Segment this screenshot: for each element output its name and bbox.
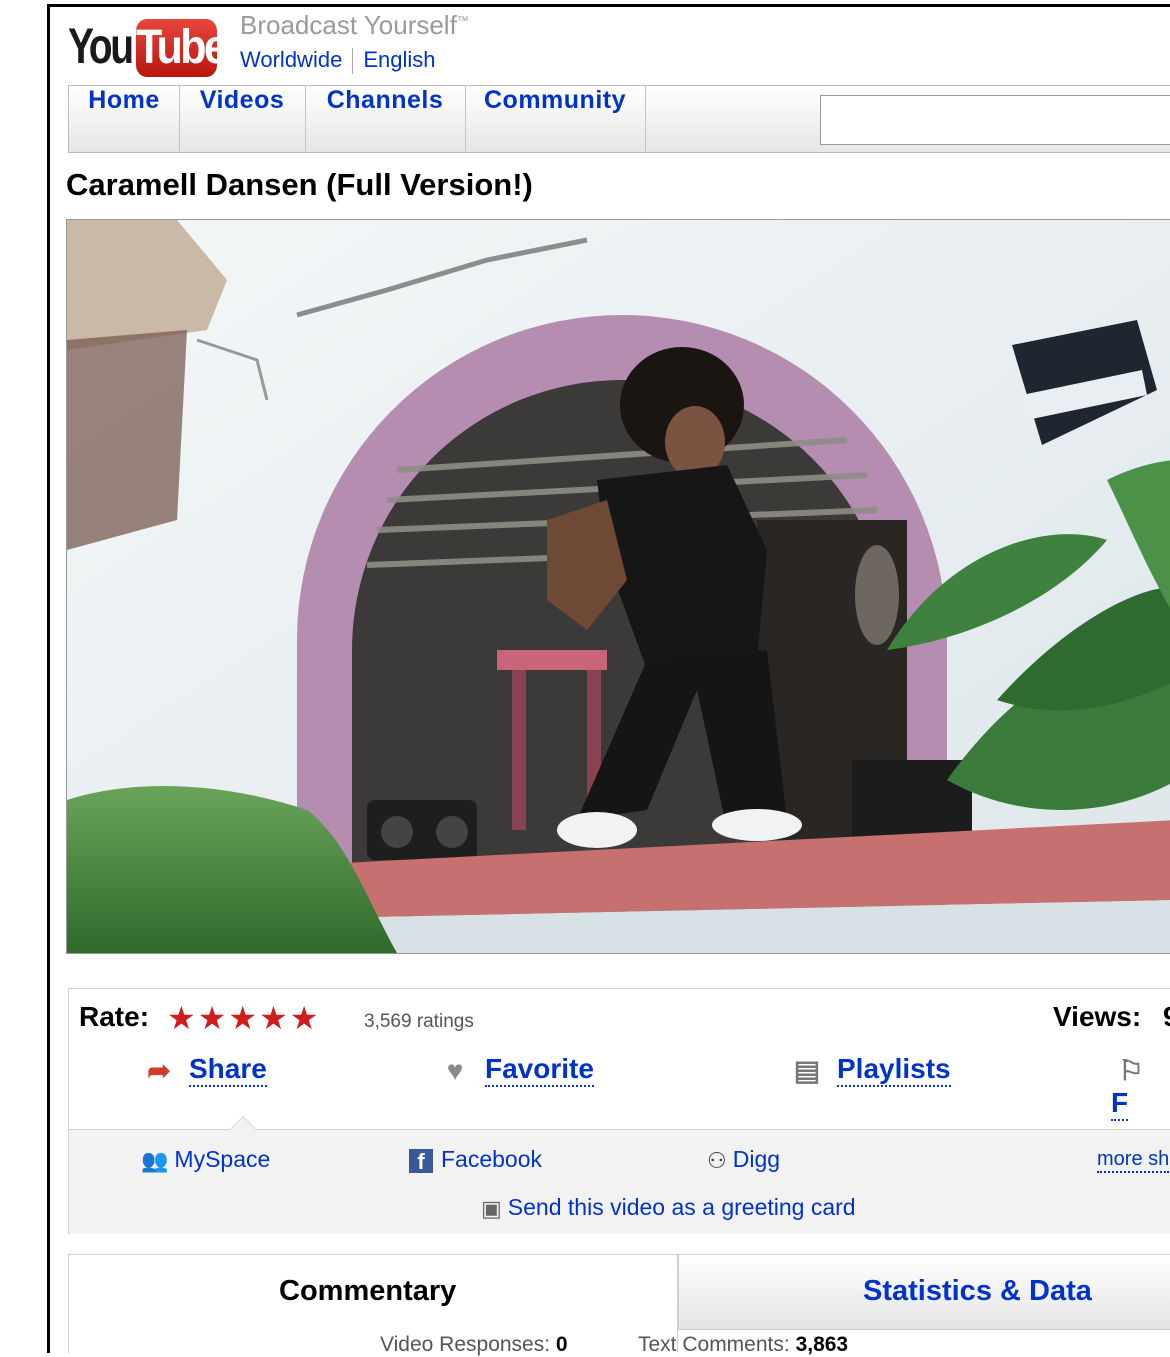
heart-icon: ♥ xyxy=(446,1054,464,1086)
search-input[interactable] xyxy=(820,95,1170,145)
tab-home[interactable]: Home xyxy=(69,86,180,152)
playlist-icon: ▤ xyxy=(793,1055,821,1087)
flag-button[interactable]: ⚐F xyxy=(1111,1053,1170,1122)
greeting-card-label: Send this video as a greeting card xyxy=(507,1194,856,1220)
digg-icon: ⚇ xyxy=(707,1147,727,1173)
region-language-selector: Worldwide English xyxy=(240,47,435,75)
logo-tube-text: Tube xyxy=(136,19,228,77)
video-responses-count: Video Responses: 0 xyxy=(380,1333,568,1357)
tagline: Broadcast Yourself™ xyxy=(240,10,469,41)
share-label: Share xyxy=(189,1053,267,1087)
views-count: 9 xyxy=(1163,1001,1170,1033)
share-icon: ➦ xyxy=(147,1055,171,1087)
statistics-label: Statistics & Data xyxy=(863,1275,1092,1307)
favorite-button[interactable]: ♥ Favorite xyxy=(435,1053,594,1087)
browser-page: You Tube Broadcast Yourself™ Worldwide En… xyxy=(47,4,1170,1353)
youtube-logo[interactable]: You Tube xyxy=(68,15,228,77)
ratings-count: 3,569 ratings xyxy=(364,1011,474,1032)
views-label: Views: xyxy=(1053,1001,1142,1032)
text-comments-count: Text Comments: 3,863 xyxy=(638,1333,848,1357)
tab-channels[interactable]: Channels xyxy=(305,86,466,152)
favorite-label: Favorite xyxy=(485,1053,594,1087)
share-pointer xyxy=(229,1116,257,1130)
star-rating-control[interactable]: ★★★★★ xyxy=(167,999,320,1037)
separator xyxy=(352,48,354,75)
share-button[interactable]: ➦ Share xyxy=(139,1053,267,1087)
commentary-label: Commentary xyxy=(279,1275,457,1307)
tab-videos[interactable]: Videos xyxy=(179,86,306,152)
digg-label: Digg xyxy=(732,1146,781,1172)
tab-commentary[interactable]: Commentary xyxy=(68,1254,678,1353)
rate-label: Rate: xyxy=(79,1001,150,1032)
flag-icon: ⚐ xyxy=(1118,1055,1144,1087)
myspace-icon: 👥 xyxy=(141,1147,169,1173)
facebook-label: Facebook xyxy=(441,1146,543,1172)
video-player[interactable] xyxy=(66,219,1170,954)
tab-statistics[interactable]: Statistics & Data xyxy=(678,1254,1170,1330)
share-digg-link[interactable]: ⚇ Digg xyxy=(707,1146,780,1174)
greeting-card-icon: ▣ xyxy=(481,1195,502,1221)
language-link[interactable]: English xyxy=(363,47,435,72)
flag-label: F xyxy=(1111,1087,1129,1122)
tagline-text: Broadcast Yourself xyxy=(240,10,457,40)
tab-community[interactable]: Community xyxy=(465,86,646,152)
playlists-button[interactable]: ▤ Playlists xyxy=(787,1053,951,1087)
logo-you-text: You xyxy=(68,18,134,74)
playlists-label: Playlists xyxy=(837,1053,951,1087)
video-frame-image xyxy=(67,220,1170,953)
facebook-icon: f xyxy=(409,1148,433,1174)
more-share-link[interactable]: more sh xyxy=(1097,1148,1170,1173)
video-actions-panel: Rate: ★★★★★ 3,569 ratings Views: 9 ➦ Shar… xyxy=(68,988,1170,1234)
trademark-mark: ™ xyxy=(456,13,469,28)
share-options-panel: 👥 MySpace f Facebook ⚇ Digg more sh ▣ Send t… xyxy=(69,1130,1170,1234)
region-link[interactable]: Worldwide xyxy=(240,47,342,72)
myspace-label: MySpace xyxy=(174,1146,271,1172)
video-title: Caramell Dansen (Full Version!) xyxy=(66,167,533,202)
share-myspace-link[interactable]: 👥 MySpace xyxy=(141,1146,270,1174)
share-facebook-link[interactable]: f Facebook xyxy=(409,1146,543,1174)
greeting-card-link[interactable]: ▣ Send this video as a greeting card xyxy=(481,1194,856,1222)
